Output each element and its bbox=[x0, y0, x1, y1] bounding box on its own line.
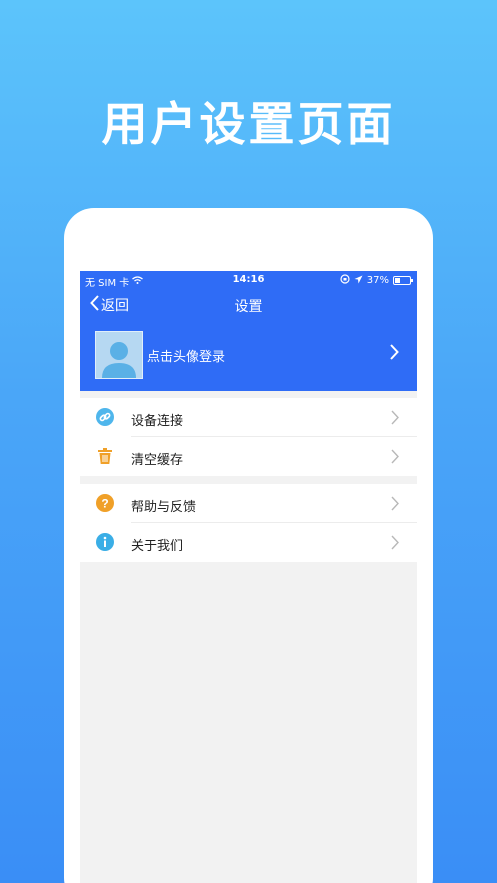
location-icon bbox=[354, 275, 363, 287]
chevron-right-icon bbox=[391, 449, 399, 468]
battery-icon bbox=[393, 276, 413, 285]
question-icon: ? bbox=[96, 494, 114, 512]
settings-header: 无 SIM 卡 14:16 37% 返回 设置 点击头像登录 bbox=[80, 271, 417, 391]
promo-title: 用户设置页面 bbox=[101, 97, 396, 151]
link-icon bbox=[96, 408, 114, 426]
menu-item-label: 清空缓存 bbox=[131, 453, 184, 468]
menu-item-label: 帮助与反馈 bbox=[131, 500, 197, 515]
chevron-right-icon bbox=[391, 496, 399, 515]
menu-item-about-us[interactable]: 关于我们 bbox=[80, 523, 417, 562]
trash-icon bbox=[96, 447, 114, 465]
chevron-right-icon bbox=[391, 410, 399, 429]
orientation-lock-icon bbox=[340, 274, 350, 287]
status-bar: 无 SIM 卡 14:16 37% bbox=[80, 271, 417, 289]
avatar[interactable] bbox=[95, 331, 143, 379]
chevron-right-icon bbox=[390, 344, 399, 364]
page-title: 设置 bbox=[234, 299, 263, 315]
menu-group-device: 设备连接 清空缓存 bbox=[80, 398, 417, 476]
nav-bar: 返回 设置 bbox=[80, 293, 417, 317]
menu-group-info: ? 帮助与反馈 关于我们 bbox=[80, 484, 417, 562]
info-icon bbox=[96, 533, 114, 551]
login-prompt: 点击头像登录 bbox=[147, 350, 226, 365]
battery-level bbox=[395, 278, 400, 283]
menu-item-clear-cache[interactable]: 清空缓存 bbox=[80, 437, 417, 476]
menu-item-label: 关于我们 bbox=[131, 539, 184, 554]
svg-text:?: ? bbox=[101, 497, 108, 511]
battery-percent: 37% bbox=[366, 275, 389, 286]
menu-item-device-connect[interactable]: 设备连接 bbox=[80, 398, 417, 437]
menu-item-help-feedback[interactable]: ? 帮助与反馈 bbox=[80, 484, 417, 523]
app-screen: 无 SIM 卡 14:16 37% 返回 设置 点击头像登录 设备连接 清空缓存… bbox=[80, 271, 417, 883]
chevron-right-icon bbox=[391, 535, 399, 554]
menu-item-label: 设备连接 bbox=[131, 414, 184, 429]
profile-row[interactable]: 点击头像登录 bbox=[80, 329, 417, 381]
user-icon bbox=[102, 342, 136, 378]
